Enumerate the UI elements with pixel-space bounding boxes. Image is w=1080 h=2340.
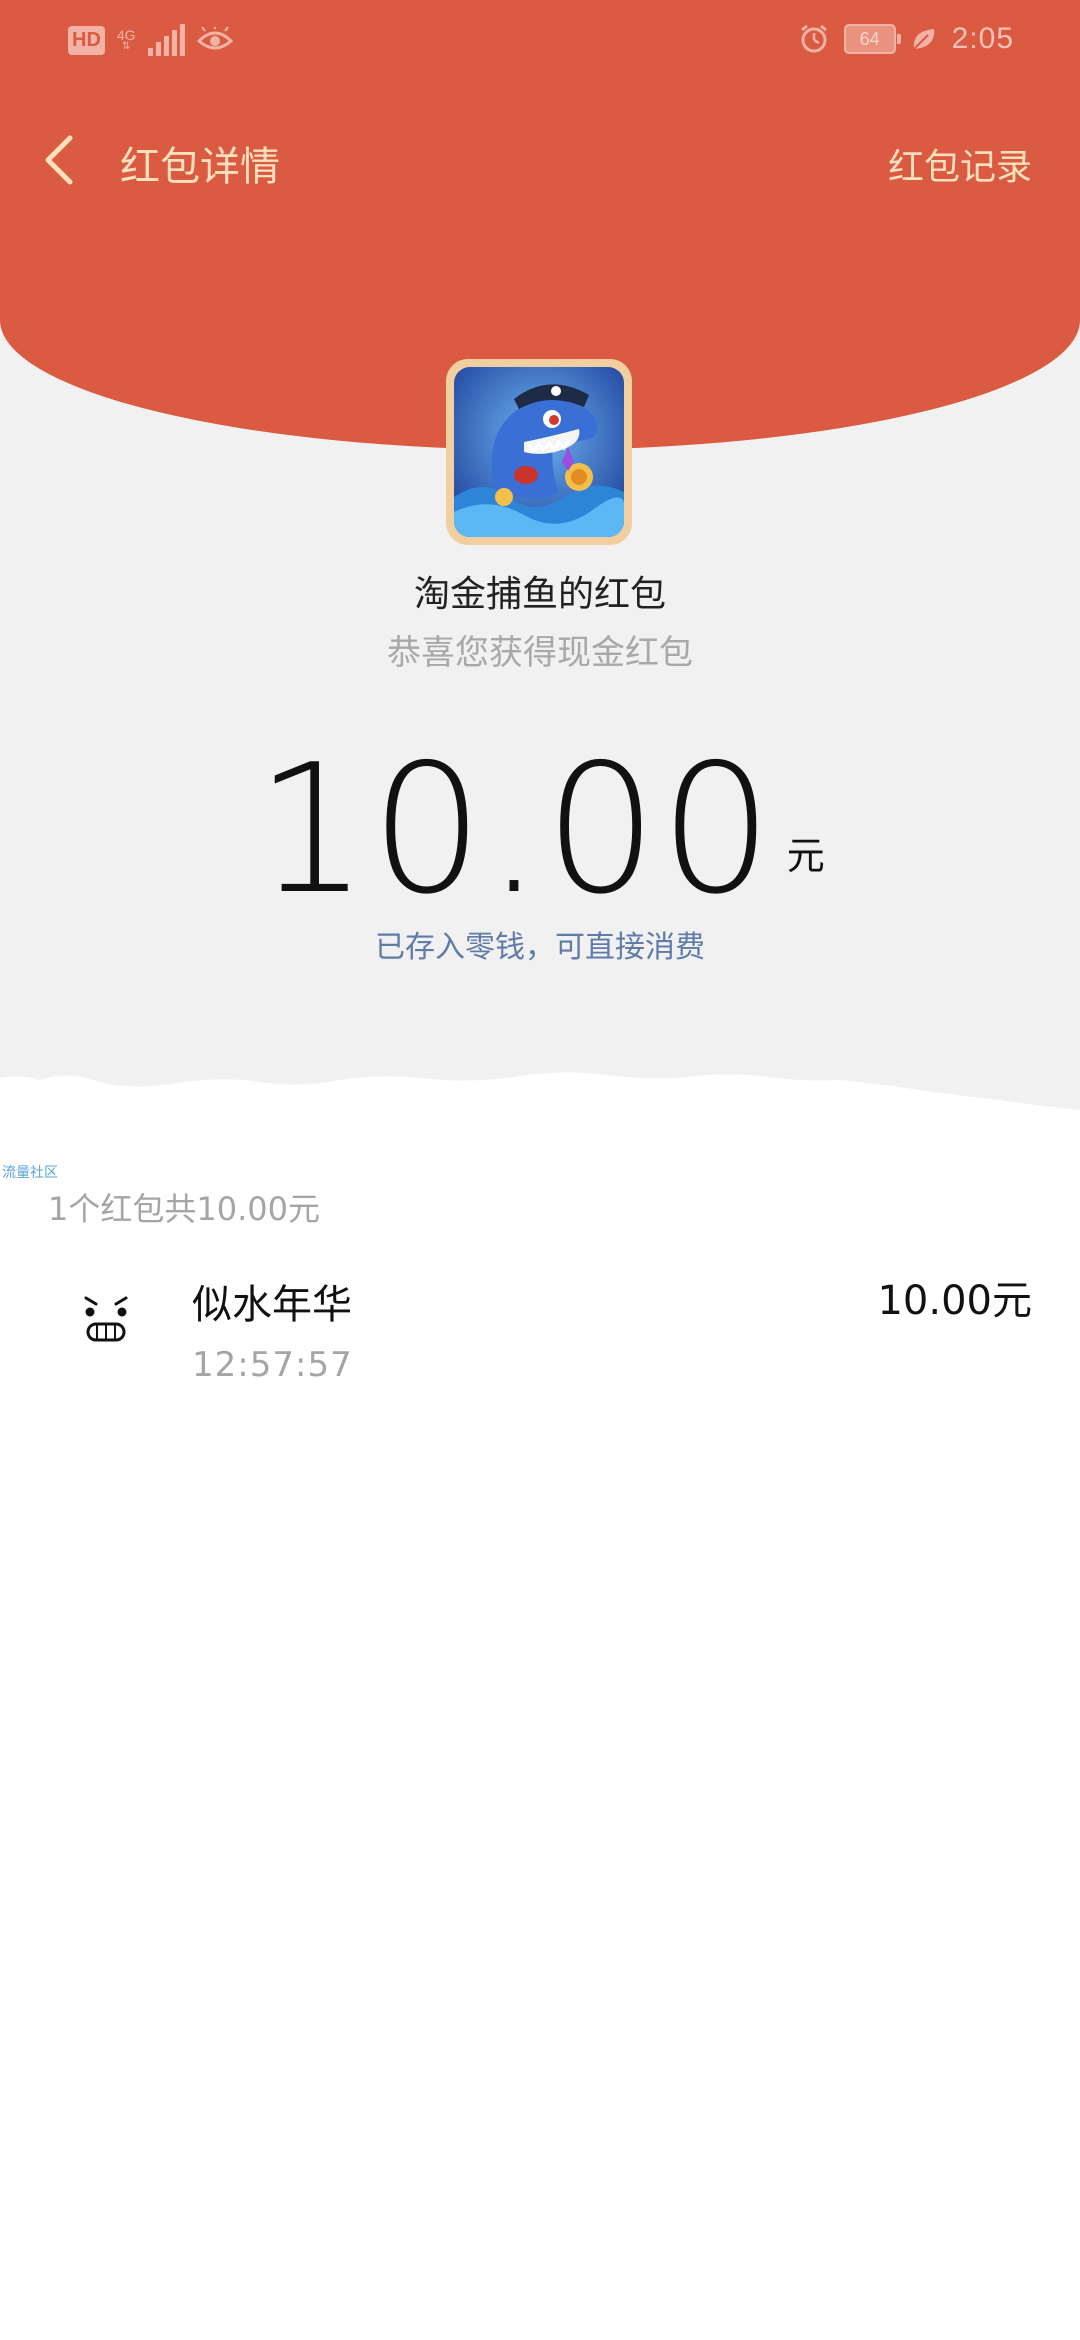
amount-unit: 元 <box>786 834 825 878</box>
clock: 2:05 <box>951 22 1014 55</box>
receiver-amount: 10.00元 <box>877 1278 1032 1324</box>
network-indicator: 4G ⇅ <box>117 28 136 52</box>
sender-avatar <box>446 359 632 545</box>
receiver-name: 似水年华 <box>192 1282 352 1328</box>
receiver-avatar <box>60 1270 152 1362</box>
status-right: 64 2:05 <box>798 22 1014 56</box>
status-bar: HD 4G ⇅ 64 2:05 <box>0 0 1080 90</box>
shark-game-logo <box>454 367 624 537</box>
hd-badge: HD <box>68 25 105 55</box>
red-packet-detail-screen: HD 4G ⇅ 64 2:05 红包详情 红包记录 淘金捕鱼的红包 恭喜您获得现… <box>0 0 1080 2340</box>
red-packet-records-link[interactable]: 红包记录 <box>888 138 1032 190</box>
eye-comfort-icon <box>196 27 233 50</box>
leaf-icon <box>912 29 934 50</box>
shark-logo-icon <box>454 367 624 537</box>
greeting-text: 恭喜您获得现金红包 <box>387 633 693 673</box>
network-type-label: 4G <box>116 27 136 43</box>
chevron-left-icon <box>45 135 73 185</box>
amount-display: 10.00 元 <box>0 740 1080 920</box>
page-title: 红包详情 <box>120 144 280 190</box>
amount-value: 10.00 <box>255 726 775 933</box>
data-arrows-icon: ⇅ <box>122 41 131 52</box>
receiver-row[interactable]: 似水年华 12:57:57 10.00元 <box>0 1250 1080 1400</box>
status-left: HD 4G ⇅ <box>68 24 233 56</box>
torn-paper-edge <box>0 1072 1080 1160</box>
receive-time: 12:57:57 <box>192 1345 353 1385</box>
battery-icon: 64 <box>843 24 901 54</box>
grinning-face-icon <box>60 1270 152 1362</box>
signal-icon <box>147 24 185 56</box>
stored-to-wallet-link[interactable]: 已存入零钱，可直接消费 <box>0 922 1080 966</box>
watermark-text: 流量社区 <box>2 1165 58 1181</box>
packet-summary: 1个红包共10.00元 <box>48 1190 320 1228</box>
sender-title: 淘金捕鱼的红包 <box>413 574 666 615</box>
alarm-icon <box>800 24 827 53</box>
back-button[interactable] <box>40 130 80 190</box>
